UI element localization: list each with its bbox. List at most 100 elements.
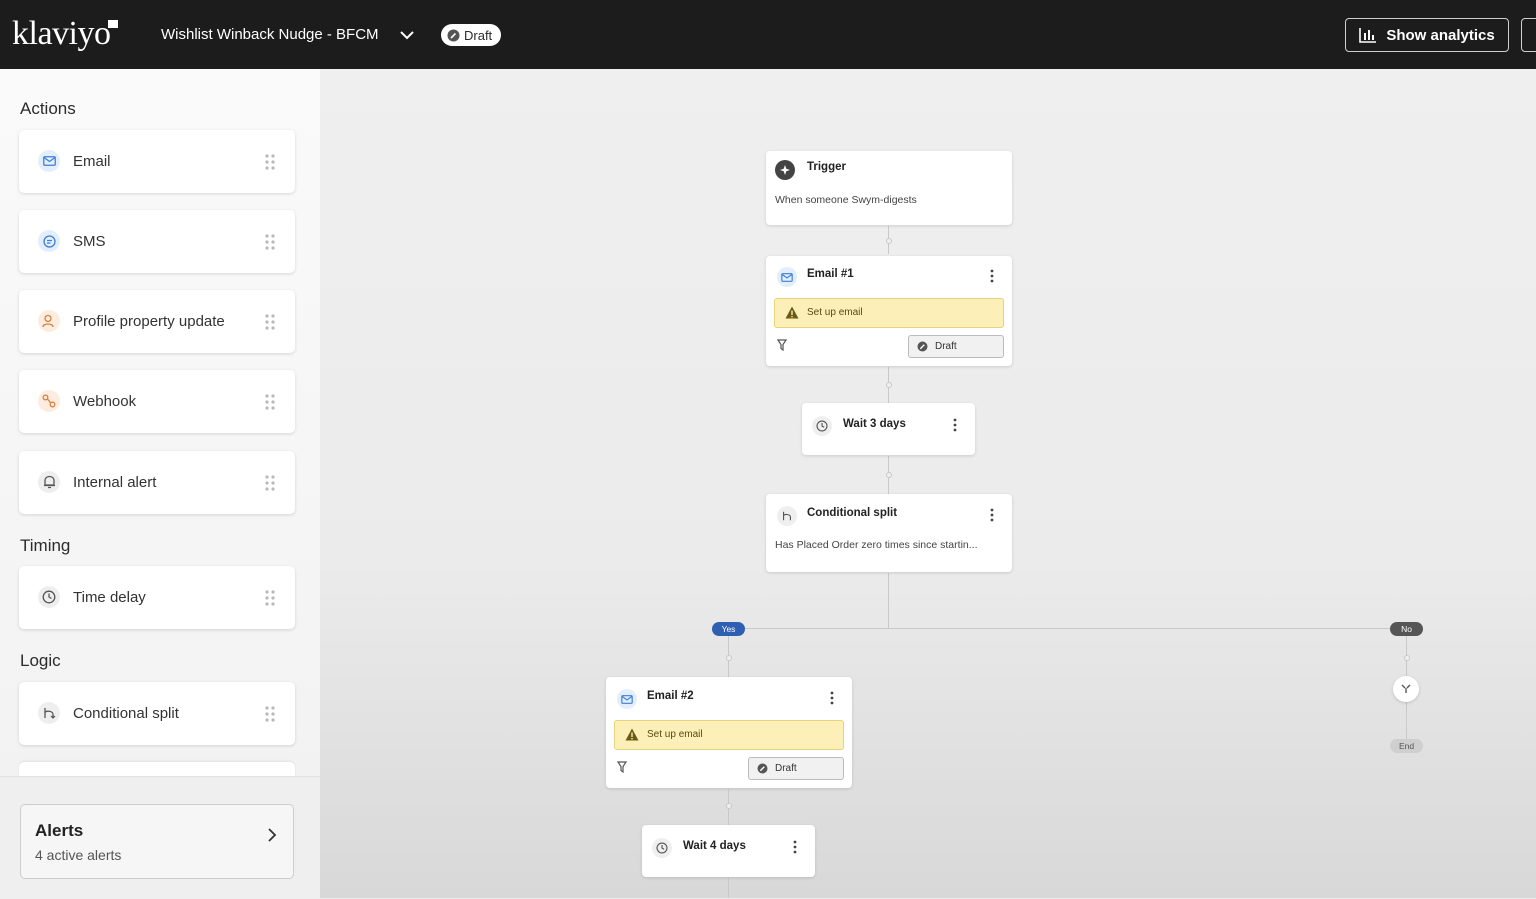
trigger-description: When someone Swym-digests (775, 194, 917, 206)
more-options-icon[interactable] (990, 508, 994, 522)
email-icon (38, 150, 60, 172)
setup-warning-text: Set up email (647, 729, 703, 740)
split-icon (777, 506, 797, 526)
email-icon (617, 689, 637, 709)
connector-dot (886, 382, 892, 388)
sidebar-item-email[interactable]: Email (19, 130, 295, 193)
split-icon (38, 702, 60, 724)
conditional-split-description: Has Placed Order zero times since starti… (775, 539, 978, 551)
warning-icon (625, 728, 639, 741)
connector-line (728, 878, 729, 898)
show-analytics-button[interactable]: Show analytics (1345, 18, 1509, 52)
time-delay-node[interactable]: Wait 4 days (642, 825, 815, 877)
email-status-label: Draft (935, 341, 957, 352)
overflow-action-button[interactable] (1521, 18, 1536, 52)
clock-icon (38, 586, 60, 608)
drag-handle-icon[interactable] (264, 233, 276, 251)
drag-handle-icon[interactable] (264, 589, 276, 607)
alerts-count: 4 active alerts (35, 847, 122, 863)
branch-no-badge: No (1390, 622, 1423, 636)
sidebar-item-label: Conditional split (73, 705, 179, 722)
connector-dot (726, 655, 732, 661)
section-title-actions: Actions (20, 99, 76, 118)
connector-dot (726, 803, 732, 809)
add-step-button[interactable] (1393, 676, 1419, 702)
top-bar: klaviyo Wishlist Winback Nudge - BFCM Dr… (0, 0, 1536, 69)
connector-dot (886, 238, 892, 244)
clock-icon (652, 838, 672, 858)
section-title-logic: Logic (20, 651, 61, 670)
klaviyo-logo[interactable]: klaviyo (12, 12, 111, 56)
bar-chart-icon (1359, 28, 1377, 43)
more-options-icon[interactable] (793, 840, 797, 854)
flow-title[interactable]: Wishlist Winback Nudge - BFCM (161, 24, 379, 46)
trigger-node[interactable]: Trigger When someone Swym-digests (766, 151, 1012, 225)
alerts-panel-button[interactable]: Alerts 4 active alerts (20, 804, 294, 879)
connector-line (888, 573, 889, 629)
end-badge: End (1390, 739, 1423, 753)
chevron-down-icon[interactable] (399, 27, 415, 43)
draft-status-icon (917, 341, 928, 352)
sidebar: Actions Email SMS Profile property updat… (0, 69, 320, 899)
sms-icon (38, 230, 60, 252)
conditional-split-title: Conditional split (807, 507, 898, 519)
drag-handle-icon[interactable] (264, 474, 276, 492)
trigger-icon (775, 160, 795, 180)
connector-line (728, 628, 1406, 629)
more-options-icon[interactable] (953, 418, 957, 432)
sidebar-item-label: Profile property update (73, 313, 225, 330)
connector-dot (886, 472, 892, 478)
drag-handle-icon[interactable] (264, 705, 276, 723)
warning-icon (785, 306, 799, 319)
add-step-icon (1401, 684, 1411, 693)
email-node-title: Email #2 (647, 690, 694, 702)
drag-handle-icon[interactable] (264, 153, 276, 171)
flow-status-badge: Draft (441, 24, 502, 46)
email-node[interactable]: Email #2 Set up email Draft (606, 677, 852, 788)
sidebar-item-internal-alert[interactable]: Internal alert (19, 451, 295, 514)
branch-yes-badge: Yes (712, 622, 745, 636)
drag-handle-icon[interactable] (264, 313, 276, 331)
email-status-label: Draft (775, 763, 797, 774)
sidebar-item-label: Email (73, 153, 111, 170)
draft-status-icon (757, 763, 768, 774)
clock-icon (812, 416, 832, 436)
flow-status-label: Draft (464, 27, 493, 43)
sidebar-item-label: SMS (73, 233, 106, 250)
time-delay-title: Wait 4 days (683, 840, 746, 852)
alerts-title: Alerts (35, 821, 84, 840)
more-options-icon[interactable] (830, 691, 834, 705)
sidebar-item-label: Time delay (73, 589, 146, 606)
bell-icon (38, 471, 60, 493)
setup-warning-banner[interactable]: Set up email (774, 298, 1004, 328)
time-delay-node[interactable]: Wait 3 days (802, 403, 975, 455)
trigger-title: Trigger (807, 161, 846, 173)
filter-icon[interactable] (777, 339, 787, 351)
conditional-split-node[interactable]: Conditional split Has Placed Order zero … (766, 494, 1012, 572)
flow-canvas[interactable]: Trigger When someone Swym-digests Email … (320, 69, 1536, 898)
more-options-icon[interactable] (990, 269, 994, 283)
setup-warning-banner[interactable]: Set up email (614, 720, 844, 750)
chevron-right-icon (268, 828, 277, 842)
sidebar-item-label: Webhook (73, 393, 137, 410)
sidebar-footer: Alerts 4 active alerts (0, 776, 320, 899)
email-node[interactable]: Email #1 Set up email Draft (766, 256, 1012, 366)
sidebar-item-time-delay[interactable]: Time delay (19, 566, 295, 629)
sidebar-item-profile-property-update[interactable]: Profile property update (19, 290, 295, 353)
sidebar-item-label: Internal alert (73, 474, 157, 491)
sidebar-item-webhook[interactable]: Webhook (19, 370, 295, 433)
show-analytics-label: Show analytics (1386, 26, 1495, 44)
sidebar-item-sms[interactable]: SMS (19, 210, 295, 273)
email-icon (777, 267, 797, 287)
email-status-dropdown[interactable]: Draft (748, 757, 844, 780)
filter-icon[interactable] (617, 761, 627, 773)
email-status-dropdown[interactable]: Draft (908, 335, 1004, 358)
webhook-icon (38, 390, 60, 412)
email-node-title: Email #1 (807, 268, 854, 280)
profile-icon (38, 310, 60, 332)
setup-warning-text: Set up email (807, 307, 863, 318)
drag-handle-icon[interactable] (264, 393, 276, 411)
sidebar-item-conditional-split[interactable]: Conditional split (19, 682, 295, 745)
section-title-timing: Timing (20, 536, 71, 555)
time-delay-title: Wait 3 days (843, 418, 906, 430)
